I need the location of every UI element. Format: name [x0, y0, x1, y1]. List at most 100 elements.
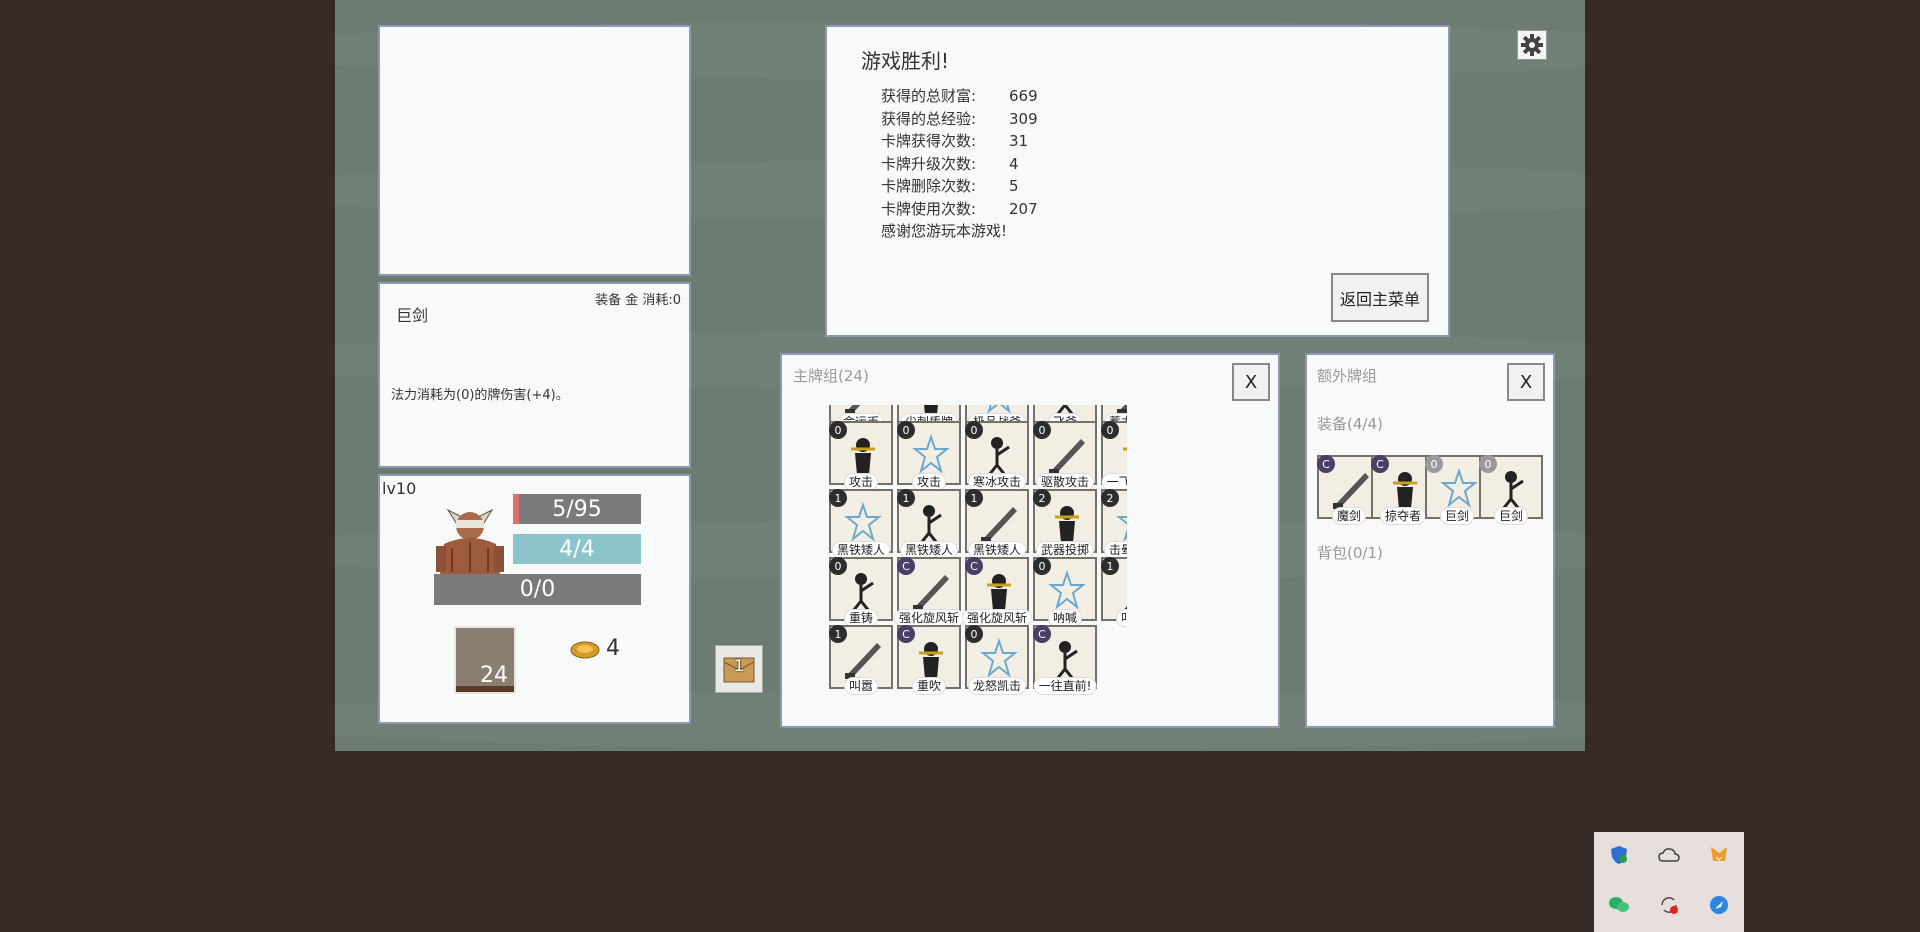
deck-card[interactable]: 2 武器投掷 — [1033, 489, 1097, 559]
card-art-icon — [1116, 516, 1127, 542]
card-art-icon — [1048, 569, 1086, 610]
card-cost: 0 — [1033, 557, 1051, 575]
card-art-icon — [913, 575, 949, 611]
player-panel: lv10 5/95 4/4 0/0 24 4 — [378, 474, 691, 724]
deck-card[interactable]: 1 叫嚣 — [1101, 557, 1127, 627]
main-deck-title: 主牌组(24) — [793, 367, 869, 385]
deck-card[interactable]: 0 呐喊 — [1033, 557, 1097, 627]
card-name: 巨剑 — [396, 306, 429, 325]
stat-label: 获得的总经验: — [881, 109, 977, 128]
victory-stats: 获得的总财富: 669 获得的总经验: 309 卡牌获得次数: 31 卡牌升级次数: 4… — [881, 85, 1038, 243]
deck-card[interactable]: 1 叫嚣 — [829, 625, 893, 695]
main-deck-close-button[interactable]: X — [1232, 363, 1270, 401]
deck-card[interactable]: 2击晕投掷 — [1101, 489, 1127, 559]
feather-icon[interactable] — [1708, 894, 1730, 916]
card-name: 叫嚣 — [843, 677, 879, 695]
card-art-icon — [851, 438, 875, 475]
card-cost: C — [1371, 455, 1389, 473]
backpack-label: 背包(0/1) — [1317, 544, 1383, 562]
stat-row: 卡牌删除次数: 5 — [881, 175, 1038, 198]
card-cost: 1 — [829, 489, 847, 507]
card-art-icon — [1055, 641, 1078, 679]
card-name: 一往直前! — [1033, 677, 1097, 695]
card-meta: 装备 金 消耗:0 — [595, 293, 681, 308]
player-level: lv10 — [382, 479, 417, 498]
deck-card[interactable]: 0一飞冲天! — [1101, 421, 1127, 491]
stat-value: 207 — [1009, 199, 1038, 218]
card-cost: 0 — [1033, 421, 1051, 439]
deck-card[interactable]: 0 攻击 — [897, 421, 961, 491]
chest-button[interactable]: 1 — [715, 645, 763, 693]
card-name: 重吹 — [911, 677, 947, 695]
card-art-icon — [987, 574, 1011, 611]
deck-card[interactable]: 0 重铸 — [829, 557, 893, 627]
cloud-icon[interactable] — [1658, 844, 1680, 866]
deck-card[interactable]: 1 黑铁矮人 — [897, 489, 961, 559]
deck-card[interactable]: C 一往直前! — [1033, 625, 1097, 695]
hp-text: 5/95 — [552, 496, 602, 522]
card-cost: 0 — [829, 421, 847, 439]
card-art-icon — [919, 505, 942, 543]
wechat-icon[interactable] — [1608, 894, 1630, 916]
card-art-icon — [851, 573, 874, 611]
extra-deck-panel: 额外牌组 X 装备(4/4) C 魔剑 C 掠夺者 0 巨剑 0 巨剑 背包(0/1) — [1305, 353, 1555, 728]
card-art-icon — [845, 643, 881, 679]
card-art-icon — [1123, 447, 1127, 451]
victory-title: 游戏胜利! — [861, 49, 950, 73]
shield-text: 0/0 — [519, 577, 556, 602]
stat-label: 卡牌获得次数: — [881, 132, 977, 150]
deck-card[interactable]: 1 黑铁矮人 — [965, 489, 1029, 559]
deck-card[interactable]: C 强化旋风斩 — [961, 557, 1033, 627]
deck-card[interactable]: 1 黑铁矮人 — [829, 489, 893, 559]
card-art-icon — [912, 433, 950, 474]
equipment-row: C 魔剑 C 掠夺者 0 巨剑 0 巨剑 — [1317, 455, 1547, 525]
card-name: 叫嚣 — [1115, 609, 1127, 627]
coin-icon — [570, 640, 600, 660]
stat-row: 获得的总财富: 669 — [881, 85, 1038, 108]
card-cost: C — [965, 557, 983, 575]
stat-label: 获得的总财富: — [881, 87, 977, 105]
deck-card[interactable]: C 重吹 — [897, 625, 961, 695]
card-cost: 0 — [897, 421, 915, 439]
card-art-icon — [1049, 439, 1085, 475]
card-cost: 0 — [1425, 455, 1443, 473]
event-panel — [378, 25, 691, 276]
shield-check-icon[interactable] — [1608, 844, 1630, 866]
stat-value: 309 — [1009, 109, 1038, 128]
card-art-icon — [1055, 506, 1079, 543]
equipment-label: 装备(4/4) — [1317, 415, 1383, 433]
card-art-icon — [1440, 467, 1478, 508]
return-menu-button[interactable]: 返回主菜单 — [1331, 273, 1429, 322]
card-cost: 0 — [1479, 455, 1497, 473]
deck-card[interactable]: C 强化旋风斩 — [893, 557, 965, 627]
deck-card[interactable]: 0 巨剑 — [1479, 455, 1543, 525]
card-art-icon — [980, 637, 1018, 678]
stat-value: 31 — [1009, 132, 1029, 150]
deck-card[interactable]: 0 龙怒凯击 — [965, 625, 1029, 695]
deck-card[interactable]: 0 驱散攻击 — [1033, 421, 1097, 491]
card-cost: 0 — [965, 625, 983, 643]
fox-icon[interactable] — [1708, 844, 1730, 866]
sync-record-icon[interactable] — [1658, 894, 1680, 916]
stat-row: 卡牌升级次数: 4 — [881, 153, 1038, 176]
card-name: 巨剑 — [1439, 507, 1475, 525]
deck-card[interactable]: 0 攻击 — [829, 421, 893, 491]
card-name: 魔剑 — [1331, 507, 1367, 525]
card-art-icon — [981, 507, 1017, 543]
stat-label: 卡牌删除次数: — [881, 177, 977, 195]
extra-deck-close-button[interactable]: X — [1507, 363, 1545, 401]
card-cost: 1 — [1101, 557, 1119, 575]
draw-pile[interactable]: 24 — [454, 626, 516, 694]
settings-button[interactable] — [1517, 30, 1547, 60]
thanks-text: 感谢您游玩本游戏! — [881, 222, 1008, 240]
hp-bar: 5/95 — [513, 494, 641, 524]
deck-grid: 命运币尖刺盾牌极品战斧飞斧蓄力强击0攻击0攻击0寒冰攻击0驱散攻击0一飞冲天!1… — [827, 405, 1127, 715]
card-art-icon — [987, 437, 1010, 475]
card-art-icon — [844, 501, 882, 542]
chest-badge: 1 — [733, 656, 745, 675]
deck-count: 24 — [480, 663, 508, 688]
deck-card[interactable]: 0 寒冰攻击 — [965, 421, 1029, 491]
card-art-icon — [1333, 473, 1369, 509]
stat-label: 卡牌升级次数: — [881, 154, 977, 173]
mana-bar: 4/4 — [513, 534, 641, 564]
